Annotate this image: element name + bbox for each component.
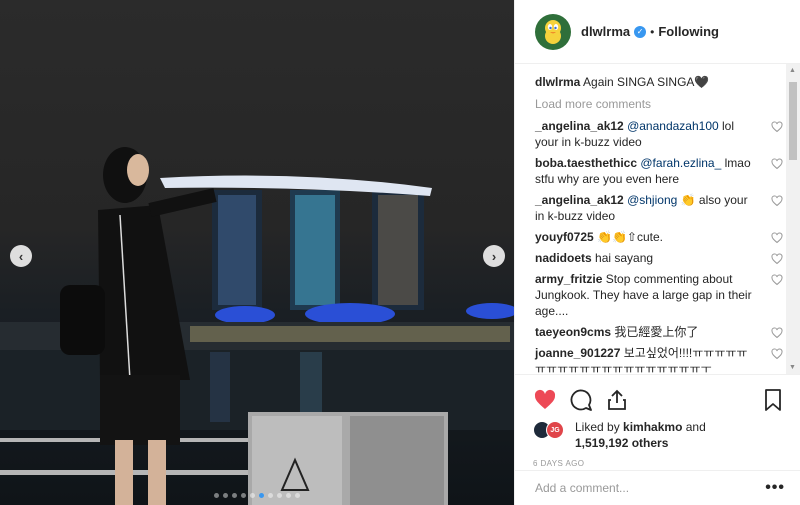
carousel-dot[interactable]	[259, 493, 264, 498]
post-header: dlwlrma ✓ • Following	[515, 0, 800, 64]
comments-scrollbar[interactable]: ▲ ▼	[786, 64, 800, 374]
carousel-dot[interactable]	[277, 493, 282, 498]
more-options-icon[interactable]: •••	[765, 479, 785, 497]
add-comment-bar: •••	[515, 470, 800, 505]
comment-username[interactable]: _angelina_ak12	[535, 193, 624, 207]
comment-item: army_fritzie Stop commenting about Jungk…	[535, 271, 787, 319]
carousel-dot[interactable]	[241, 493, 246, 498]
comment-like-heart-icon[interactable]	[771, 195, 783, 207]
comment-username[interactable]: nadidoets	[535, 251, 592, 265]
photo-scene	[0, 147, 514, 505]
comment-item: boba.taesthethicc @farah.ezlina_ lmao st…	[535, 155, 787, 187]
comment-text: 我已經愛上你了	[614, 325, 699, 339]
liker-avatar[interactable]: JG	[546, 421, 564, 439]
comment-like-heart-icon[interactable]	[771, 158, 783, 170]
bookmark-icon[interactable]	[761, 388, 785, 412]
comment-username[interactable]: _angelina_ak12	[535, 119, 624, 133]
comment-mention[interactable]: @anandazah100	[627, 119, 719, 133]
scrollbar-thumb[interactable]	[789, 82, 797, 160]
comment-username[interactable]: taeyeon9cms	[535, 325, 611, 339]
likes-summary: JG Liked by kimhakmo and 1,519,192 other…	[533, 419, 785, 451]
carousel-dot[interactable]	[268, 493, 273, 498]
caption-username[interactable]: dlwlrma	[535, 75, 580, 89]
next-photo-button[interactable]: ›	[483, 245, 505, 267]
liked-by-label: Liked by	[575, 420, 620, 434]
carousel-indicator	[0, 493, 514, 498]
heart-icon[interactable]	[533, 388, 557, 412]
action-icons-row	[533, 383, 785, 417]
comment-mention[interactable]: @shjiong	[627, 193, 677, 207]
comment-like-heart-icon[interactable]	[771, 348, 783, 360]
post-actions: JG Liked by kimhakmo and 1,519,192 other…	[515, 374, 800, 468]
chevron-right-icon: ›	[491, 248, 497, 264]
comment-username[interactable]: boba.taesthethicc	[535, 156, 637, 170]
comments-list: dlwlrma Again SINGA SINGA🖤 Load more com…	[515, 64, 800, 374]
comment-username[interactable]: army_fritzie	[535, 272, 602, 286]
comment-item: _angelina_ak12 @shjiong 👏 also your in k…	[535, 192, 787, 224]
comment-text: 👏👏⇧cute.	[597, 230, 663, 244]
comment-item: joanne_901227 보고싶었어!!!!ㅠㅠㅠㅠㅠㅠㅠㅠㅠㅠㅠㅠㅠㅠㅠㅠㅠ…	[535, 345, 787, 374]
post-timestamp[interactable]: 6 DAYS AGO	[533, 459, 785, 468]
comment-like-heart-icon[interactable]	[771, 274, 783, 286]
post-caption: dlwlrma Again SINGA SINGA🖤	[535, 74, 787, 90]
comment-item: nadidoets hai sayang	[535, 250, 787, 266]
scroll-down-icon[interactable]: ▼	[789, 364, 796, 371]
carousel-dot[interactable]	[214, 493, 219, 498]
post-author-username[interactable]: dlwlrma	[581, 24, 630, 39]
comment-icon[interactable]	[569, 388, 593, 412]
chevron-left-icon: ‹	[18, 248, 24, 264]
carousel-dot[interactable]	[286, 493, 291, 498]
carousel-dot[interactable]	[223, 493, 228, 498]
comment-mention[interactable]: @farah.ezlina_	[640, 156, 721, 170]
comment-like-heart-icon[interactable]	[771, 232, 783, 244]
comment-item: youyf0725 👏👏⇧cute.	[535, 229, 787, 245]
comment-like-heart-icon[interactable]	[771, 121, 783, 133]
post-photo[interactable]: ‹ ›	[0, 0, 514, 505]
tweety-avatar-icon	[545, 19, 561, 44]
separator-dot: •	[650, 24, 655, 39]
following-button[interactable]: Following	[658, 24, 719, 39]
likes-text: Liked by kimhakmo and 1,519,192 others	[575, 419, 706, 451]
avatar[interactable]	[535, 13, 571, 50]
liked-by-and: and	[685, 420, 706, 434]
caption-text: Again SINGA SINGA🖤	[583, 75, 710, 89]
comment-item: _angelina_ak12 @anandazah100 lol your in…	[535, 118, 787, 150]
liker-avatars: JG	[533, 419, 569, 439]
comment-text: hai sayang	[595, 251, 654, 265]
carousel-dot[interactable]	[250, 493, 255, 498]
scroll-up-icon[interactable]: ▲	[789, 67, 796, 74]
carousel-dot[interactable]	[232, 493, 237, 498]
likes-count[interactable]: 1,519,192 others	[575, 436, 668, 450]
carousel-dot[interactable]	[295, 493, 300, 498]
load-more-comments-button[interactable]: Load more comments	[535, 96, 787, 112]
verified-icon: ✓	[634, 25, 647, 38]
comment-item: taeyeon9cms 我已經愛上你了	[535, 324, 787, 340]
comment-username[interactable]: youyf0725	[535, 230, 594, 244]
liked-by-user[interactable]: kimhakmo	[623, 420, 682, 434]
share-icon[interactable]	[605, 388, 629, 412]
post-details-panel: dlwlrma ✓ • Following dlwlrma Again SING…	[514, 0, 800, 505]
comment-username[interactable]: joanne_901227	[535, 346, 620, 360]
add-comment-input[interactable]	[535, 481, 766, 495]
previous-photo-button[interactable]: ‹	[10, 245, 32, 267]
comment-like-heart-icon[interactable]	[771, 327, 783, 339]
comment-like-heart-icon[interactable]	[771, 253, 783, 265]
